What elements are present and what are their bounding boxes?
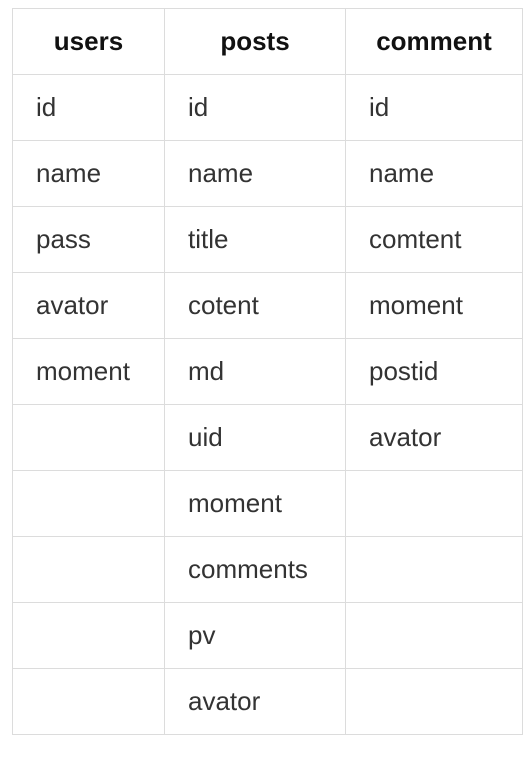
cell-comment: id bbox=[345, 74, 523, 141]
header-row: users posts comment bbox=[12, 8, 523, 75]
cell-users: avator bbox=[12, 272, 165, 339]
table-row: avator bbox=[12, 668, 523, 735]
table-row: pv bbox=[12, 602, 523, 669]
cell-posts: id bbox=[164, 74, 346, 141]
cell-posts: uid bbox=[164, 404, 346, 471]
cell-posts: name bbox=[164, 140, 346, 207]
table-row: moment bbox=[12, 470, 523, 537]
cell-comment bbox=[345, 602, 523, 669]
cell-comment: name bbox=[345, 140, 523, 207]
table-row: comments bbox=[12, 536, 523, 603]
cell-users bbox=[12, 536, 165, 603]
cell-posts: comments bbox=[164, 536, 346, 603]
schema-table: users posts comment id id id name name n… bbox=[12, 8, 523, 735]
cell-users bbox=[12, 602, 165, 669]
cell-comment bbox=[345, 470, 523, 537]
cell-posts: moment bbox=[164, 470, 346, 537]
cell-comment: postid bbox=[345, 338, 523, 405]
cell-users bbox=[12, 668, 165, 735]
cell-comment bbox=[345, 536, 523, 603]
table-body: id id id name name name pass title comte… bbox=[12, 74, 523, 735]
cell-comment: comtent bbox=[345, 206, 523, 273]
table-row: name name name bbox=[12, 140, 523, 207]
cell-comment bbox=[345, 668, 523, 735]
cell-posts: avator bbox=[164, 668, 346, 735]
table-row: moment md postid bbox=[12, 338, 523, 405]
table-row: uid avator bbox=[12, 404, 523, 471]
table-row: avator cotent moment bbox=[12, 272, 523, 339]
cell-users: id bbox=[12, 74, 165, 141]
table-row: id id id bbox=[12, 74, 523, 141]
cell-users bbox=[12, 470, 165, 537]
cell-posts: md bbox=[164, 338, 346, 405]
table-row: pass title comtent bbox=[12, 206, 523, 273]
cell-comment: moment bbox=[345, 272, 523, 339]
table-header: users posts comment bbox=[12, 8, 523, 75]
cell-comment: avator bbox=[345, 404, 523, 471]
cell-posts: pv bbox=[164, 602, 346, 669]
cell-users: pass bbox=[12, 206, 165, 273]
header-posts: posts bbox=[164, 8, 346, 75]
cell-users bbox=[12, 404, 165, 471]
header-users: users bbox=[12, 8, 165, 75]
cell-users: name bbox=[12, 140, 165, 207]
cell-posts: title bbox=[164, 206, 346, 273]
header-comment: comment bbox=[345, 8, 523, 75]
cell-users: moment bbox=[12, 338, 165, 405]
cell-posts: cotent bbox=[164, 272, 346, 339]
